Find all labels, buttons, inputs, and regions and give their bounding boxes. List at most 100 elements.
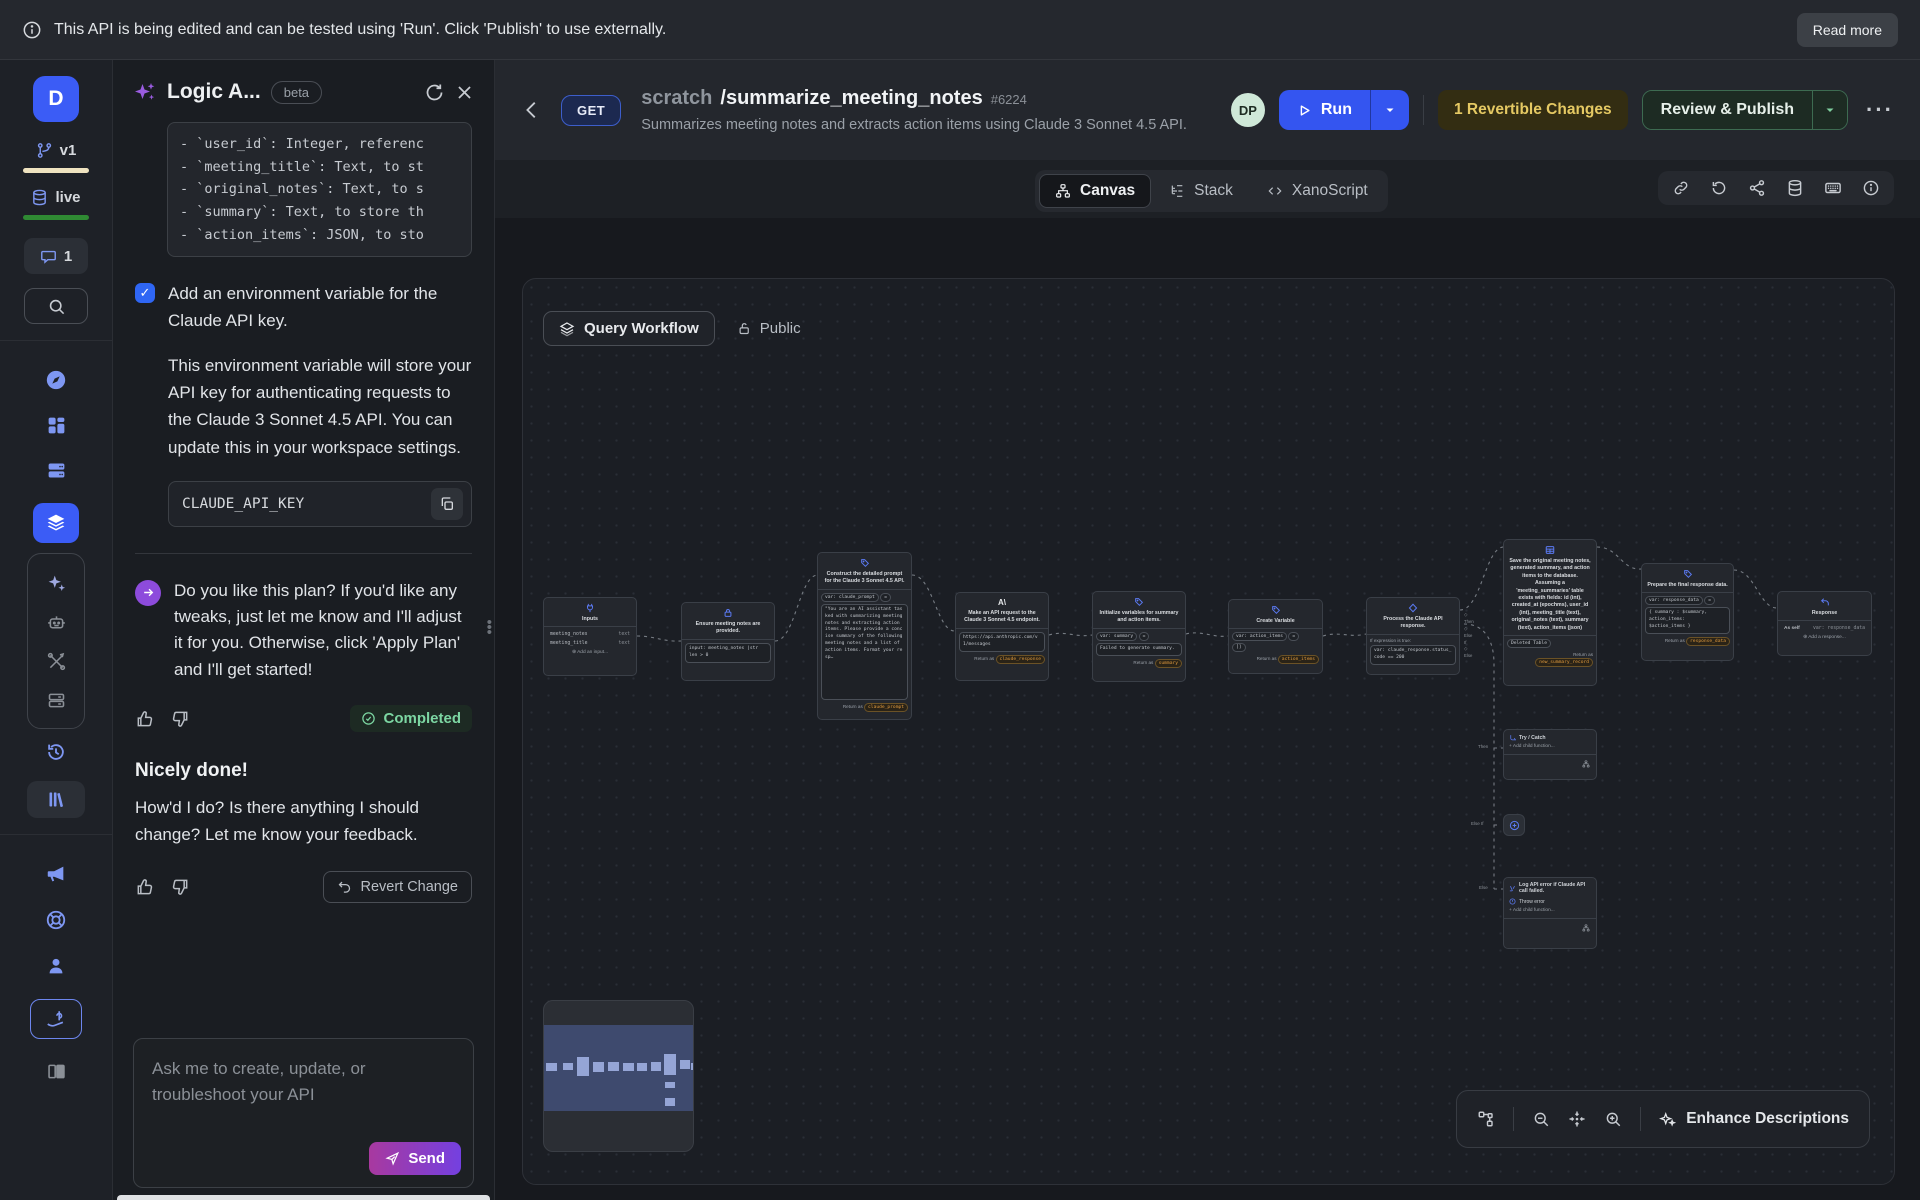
- node-conditional[interactable]: Process the Claude API response. If expr…: [1366, 597, 1460, 675]
- thumbs-up-icon[interactable]: [135, 709, 155, 729]
- comment-icon: [40, 248, 57, 265]
- add-child-function[interactable]: + Add child function...: [1507, 906, 1593, 915]
- panel-body: - `user_id`: Integer, referenc - `meetin…: [113, 118, 494, 1024]
- review-publish-label: Review & Publish: [1643, 91, 1812, 129]
- run-button[interactable]: Run: [1279, 90, 1409, 130]
- link-icon[interactable]: [1672, 179, 1690, 197]
- panel-resize-handle[interactable]: •••: [487, 620, 492, 635]
- node-title: Prepare the final response data.: [1645, 582, 1730, 589]
- share-icon[interactable]: [1748, 179, 1766, 197]
- revert-change-button[interactable]: Revert Change: [323, 871, 472, 903]
- history-icon[interactable]: [45, 741, 67, 763]
- add-input-button[interactable]: ⊕ Add an input...: [547, 650, 633, 655]
- node-try-catch[interactable]: Try / Catch + Add child function...: [1503, 729, 1597, 780]
- thumbs-up-icon[interactable]: [135, 877, 155, 897]
- robot-icon[interactable]: [46, 612, 67, 633]
- send-button[interactable]: Send: [369, 1142, 461, 1175]
- header-actions: DP Run 1 Revertible Changes Review & Pub…: [1231, 90, 1894, 130]
- tag-icon: [1645, 569, 1730, 579]
- node-db-save[interactable]: Save the original meeting notes, generat…: [1503, 539, 1597, 686]
- tab-xanoscript[interactable]: XanoScript: [1251, 174, 1384, 208]
- fit-view-icon[interactable]: [1568, 1110, 1586, 1128]
- panel-title: Logic A...: [167, 80, 261, 104]
- comments-button[interactable]: 1: [24, 238, 88, 274]
- review-publish-button[interactable]: Review & Publish: [1642, 90, 1848, 130]
- compass-icon[interactable]: [45, 369, 67, 391]
- node-log-error[interactable]: Log API error if Claude API call failed.…: [1503, 877, 1597, 949]
- add-child-function[interactable]: + Add child function...: [1507, 742, 1593, 751]
- node-create-variable-response-data[interactable]: Prepare the final response data. var: re…: [1641, 563, 1734, 661]
- status-badge: Completed: [350, 705, 472, 732]
- main-content: GET scratch /summarize_meeting_notes #62…: [495, 60, 1920, 1200]
- schema-code-block[interactable]: - `user_id`: Integer, referenc - `meetin…: [167, 122, 472, 257]
- tab-canvas[interactable]: Canvas: [1039, 174, 1151, 208]
- branch-selector[interactable]: v1: [36, 142, 77, 159]
- chat-input[interactable]: Ask me to create, update, or troubleshoo…: [133, 1038, 474, 1188]
- back-button[interactable]: [521, 99, 543, 121]
- lifebuoy-icon[interactable]: [45, 909, 67, 931]
- node-create-variable-prompt[interactable]: Construct the detailed prompt for the Cl…: [817, 552, 912, 720]
- checkbox-checked[interactable]: ✓: [135, 283, 155, 303]
- server-icon[interactable]: [46, 460, 67, 481]
- keyboard-icon[interactable]: [1824, 179, 1842, 197]
- close-icon[interactable]: [455, 83, 474, 102]
- info-icon: [22, 20, 42, 40]
- revertible-changes-button[interactable]: 1 Revertible Changes: [1438, 90, 1628, 130]
- sparkles-icon[interactable]: [46, 573, 67, 594]
- library-icon: [46, 789, 67, 810]
- node-precondition[interactable]: Ensure meeting notes are provided. input…: [681, 602, 775, 681]
- grid-icon[interactable]: [46, 415, 67, 436]
- read-more-button[interactable]: Read more: [1797, 13, 1898, 47]
- node-value: "You are an AI assistant tasked with sum…: [821, 604, 908, 700]
- branch-icon: [36, 142, 53, 159]
- review-publish-dropdown[interactable]: [1812, 91, 1847, 129]
- paper-plane-icon: [385, 1151, 400, 1166]
- thumbs-down-icon[interactable]: [170, 877, 190, 897]
- endpoint-id: #6224: [991, 92, 1027, 107]
- library-item[interactable]: [27, 781, 85, 818]
- tab-stack[interactable]: Stack: [1153, 174, 1249, 208]
- tools-icon[interactable]: [46, 651, 67, 672]
- add-response-button[interactable]: ⊕ Add a response...: [1781, 635, 1868, 640]
- copy-button[interactable]: [431, 488, 463, 520]
- run-dropdown[interactable]: [1370, 90, 1409, 130]
- workspace-logo[interactable]: D: [33, 76, 79, 122]
- database-icon[interactable]: [1786, 179, 1804, 197]
- environment-selector[interactable]: live: [31, 189, 80, 206]
- info-icon[interactable]: [1862, 179, 1880, 197]
- tab-xanoscript-label: XanoScript: [1292, 182, 1368, 200]
- refresh-icon[interactable]: [424, 82, 445, 103]
- workflow-canvas[interactable]: Query Workflow Public: [522, 278, 1895, 1185]
- env-key-field[interactable]: CLAUDE_API_KEY: [168, 481, 472, 527]
- search-button[interactable]: [24, 288, 88, 324]
- node-title: Process the Claude API response.: [1370, 616, 1456, 631]
- node-create-variable-action-items[interactable]: Create Variable var: action_items = [] R…: [1228, 599, 1323, 674]
- endpoint-description: Summarizes meeting notes and extracts ac…: [641, 117, 1187, 133]
- minimap[interactable]: [543, 1000, 694, 1152]
- person-icon[interactable]: [45, 955, 67, 977]
- billing-button[interactable]: [30, 999, 82, 1039]
- node-add-else-if[interactable]: [1503, 814, 1525, 836]
- thumbs-down-icon[interactable]: [170, 709, 190, 729]
- panels-icon[interactable]: [46, 1061, 67, 1082]
- node-title: Create Variable: [1232, 618, 1319, 625]
- divider: [0, 340, 113, 341]
- node-response[interactable]: Response As selfvar: response_data ⊕ Add…: [1777, 591, 1872, 656]
- history-icon[interactable]: [1710, 179, 1728, 197]
- node-inputs[interactable]: Inputs meeting_notestext meeting_titlete…: [543, 597, 637, 676]
- node-title: Ensure meeting notes are provided.: [685, 621, 771, 636]
- megaphone-icon[interactable]: [45, 863, 67, 885]
- enhance-descriptions-label: Enhance Descriptions: [1686, 1110, 1849, 1128]
- zoom-out-icon[interactable]: [1532, 1110, 1550, 1128]
- drawer-icon[interactable]: [46, 690, 67, 711]
- zoom-in-icon[interactable]: [1604, 1110, 1622, 1128]
- api-section-button[interactable]: [33, 503, 79, 543]
- avatar[interactable]: DP: [1231, 93, 1265, 127]
- enhance-descriptions-button[interactable]: Enhance Descriptions: [1659, 1110, 1849, 1128]
- workflow-layout-icon[interactable]: [1477, 1110, 1495, 1128]
- node-value: { summary : $summary, action_items: $act…: [1645, 607, 1730, 634]
- node-create-variable-summary[interactable]: Initialize variables for summary and act…: [1092, 591, 1186, 682]
- divider: [1423, 95, 1424, 125]
- more-menu-button[interactable]: ···: [1866, 97, 1894, 123]
- node-api-request[interactable]: A\ Make an API request to the Claude 3 S…: [955, 592, 1049, 681]
